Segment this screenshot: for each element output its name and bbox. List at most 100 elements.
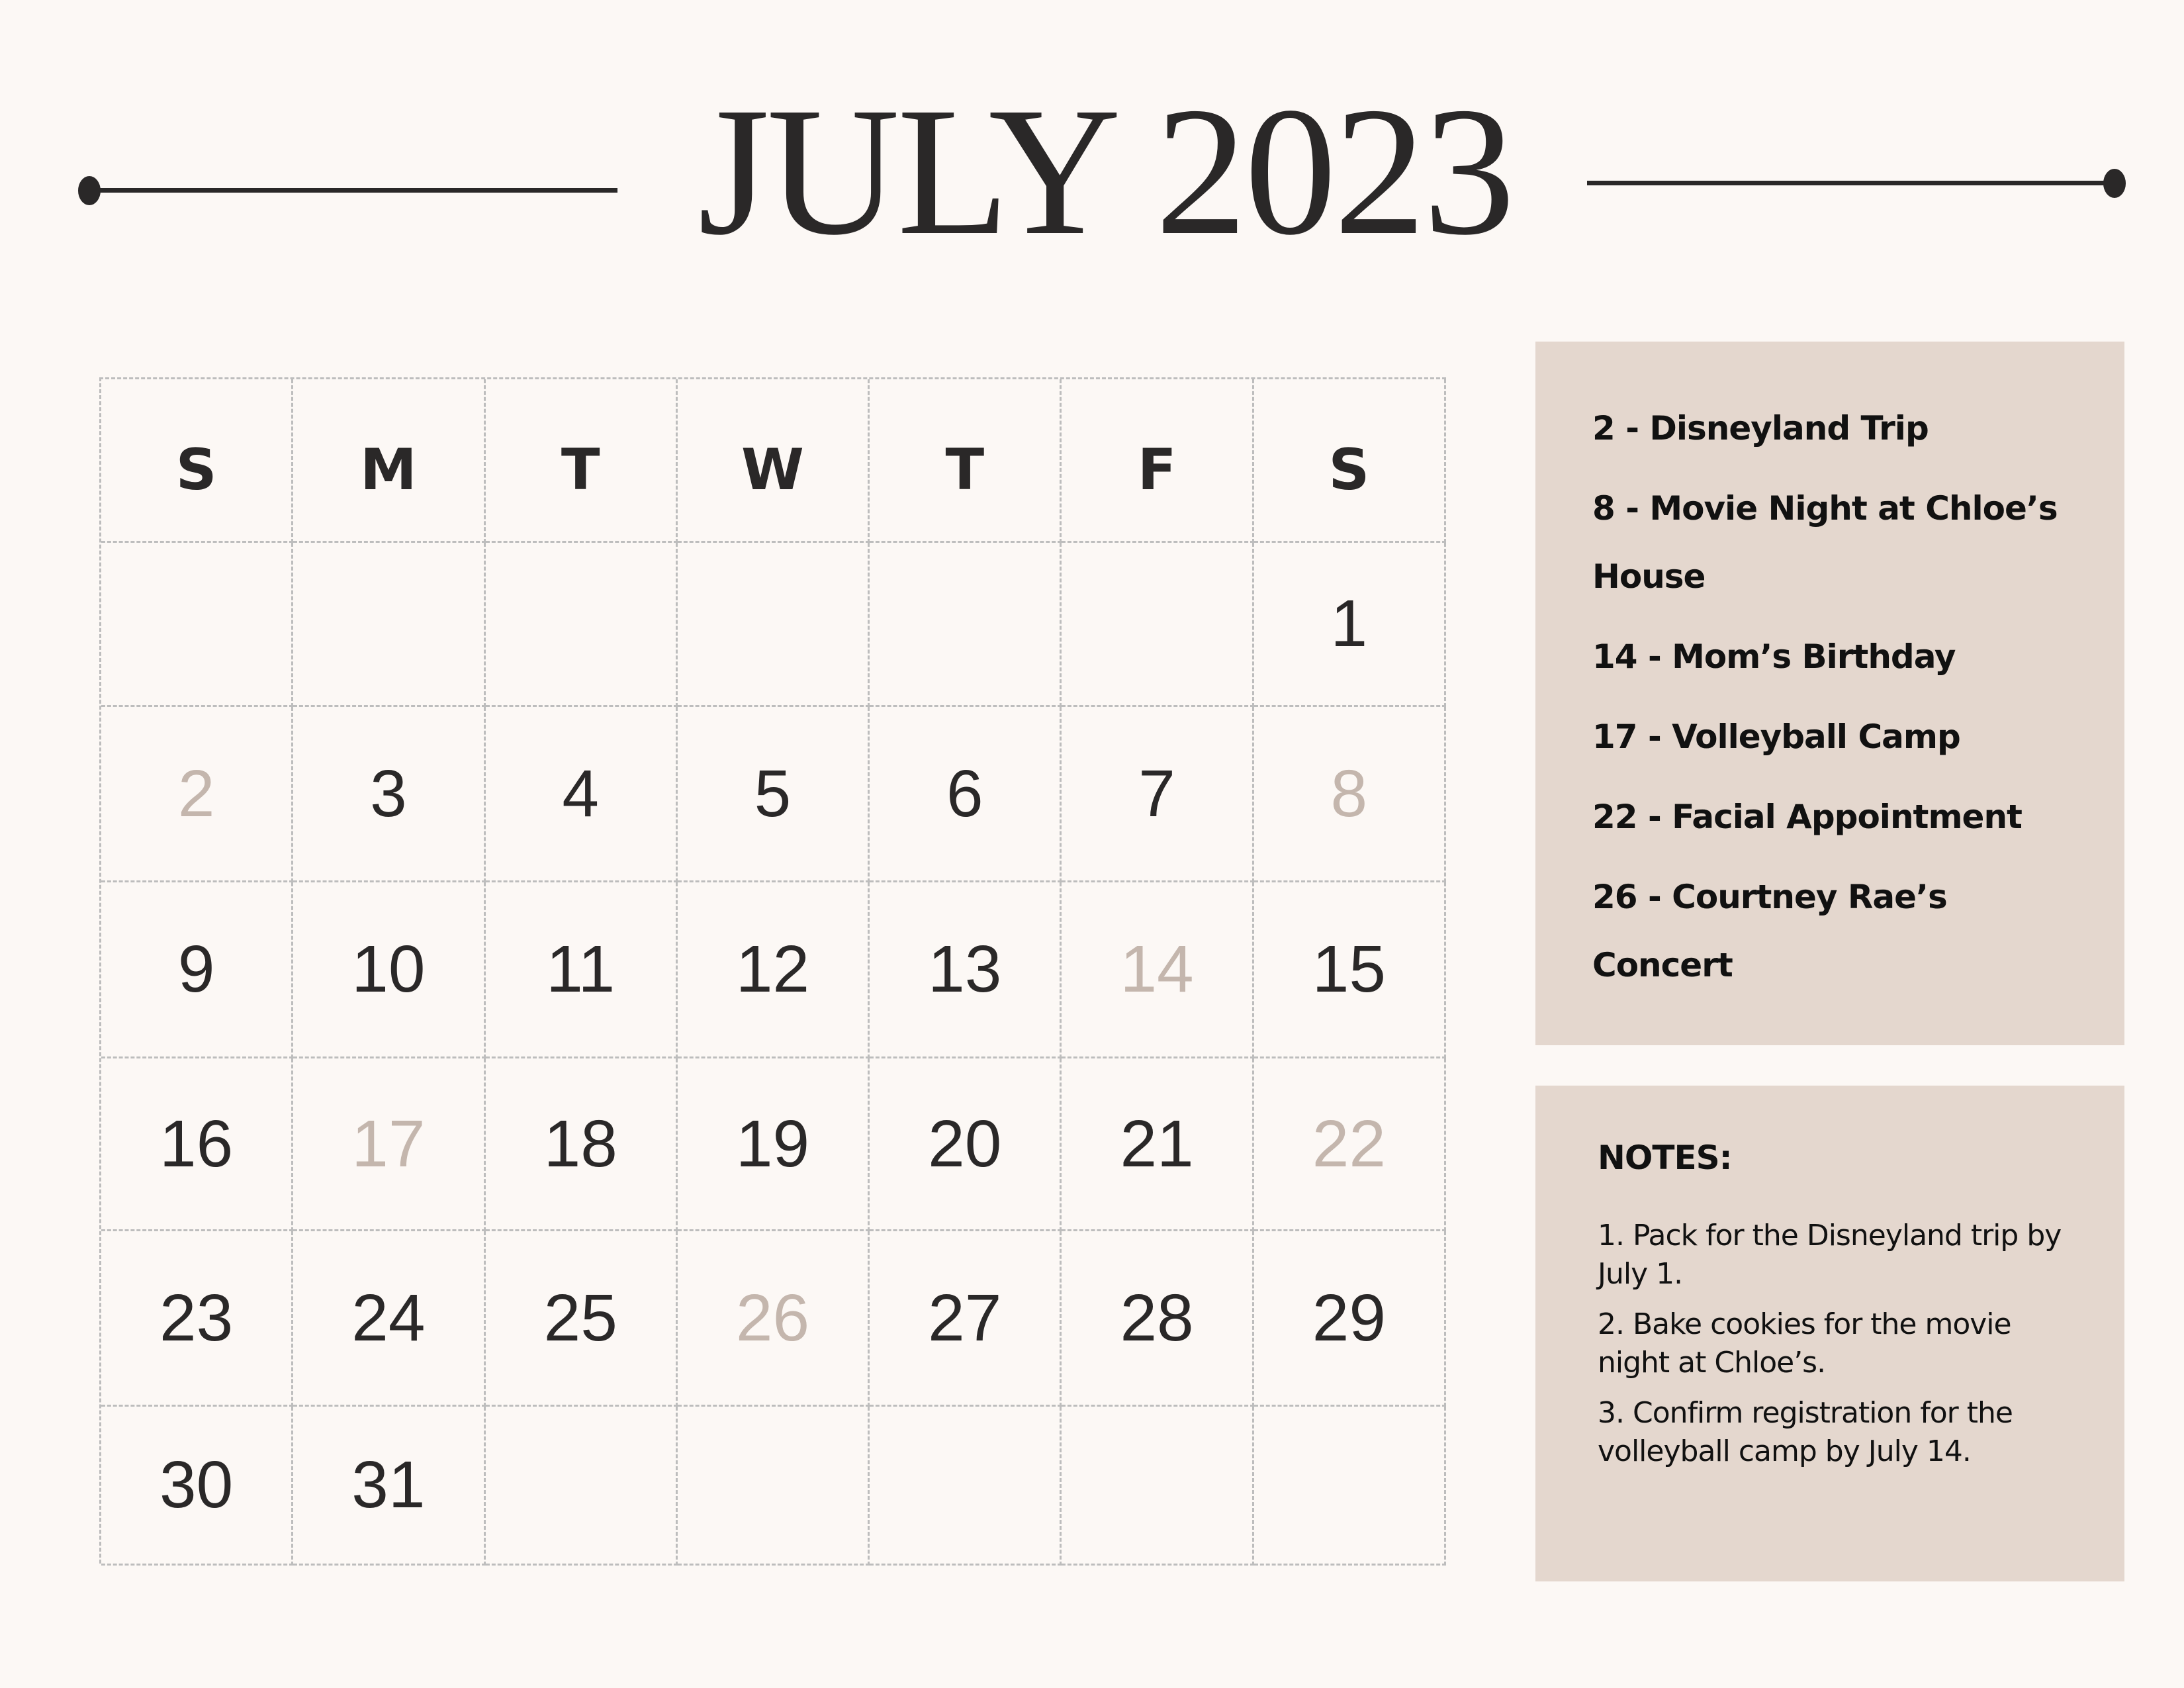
weekday-label: S [175,437,217,503]
empty-day-cell [1062,543,1254,707]
notes-panel: NOTES: 1. Pack for the Disneyland trip b… [1535,1086,2124,1581]
day-number: 16 [159,1106,234,1181]
day-number: 5 [754,756,792,831]
notes-list: 1. Pack for the Disneyland trip by July … [1598,1217,2085,1471]
weekday-header: M [293,379,486,543]
month-title: JULY 2023 [698,70,1516,273]
weekday-label: S [1328,437,1370,503]
day-number: 6 [946,756,983,831]
day-number: 27 [928,1280,1002,1355]
empty-day-cell [677,543,870,707]
day-number: 7 [1138,756,1175,831]
empty-day-cell [870,543,1062,707]
day-number: 4 [562,756,600,831]
day-cell[interactable]: 9 [101,882,294,1058]
event-item: 26 - Courtney Rae’s Concert [1592,878,1948,984]
day-number: 20 [928,1106,1002,1181]
event-item: 2 - Disneyland Trip [1592,409,1929,447]
day-cell[interactable]: 11 [485,882,678,1058]
day-number: 15 [1312,932,1386,1006]
day-number-highlighted: 17 [351,1106,426,1181]
weekday-label: F [1137,437,1177,503]
event-item: 14 - Mom’s Birthday [1592,637,1956,676]
weekday-header: W [677,379,870,543]
weekday-label: T [945,437,985,503]
day-cell[interactable]: 7 [1062,707,1254,882]
note-item: 1. Pack for the Disneyland trip by July … [1598,1219,2062,1291]
day-cell[interactable]: 10 [293,882,486,1058]
weekday-header: T [870,379,1062,543]
weekday-label: W [741,437,804,503]
day-number: 24 [351,1280,426,1355]
day-number: 19 [735,1106,810,1181]
day-cell[interactable]: 17 [293,1058,486,1231]
day-number: 9 [177,932,215,1006]
empty-day-cell [101,543,294,707]
day-cell[interactable]: 21 [1062,1058,1254,1231]
day-cell[interactable]: 29 [1253,1231,1446,1407]
weekday-header: F [1062,379,1254,543]
event-item: 22 - Facial Appointment [1592,798,2023,836]
weekday-header: T [485,379,678,543]
day-cell[interactable]: 22 [1253,1058,1446,1231]
day-number: 12 [735,932,810,1006]
right-divider-line [1587,181,2115,185]
empty-day-cell [485,1407,678,1566]
day-cell[interactable]: 20 [870,1058,1062,1231]
day-number-highlighted: 22 [1312,1106,1386,1181]
empty-day-cell [485,543,678,707]
calendar-grid: S M T W T F S 1 2 3 4 5 6 7 8 9 10 11 12 13 14 15 16 17 18 19 20 21… [99,377,1446,1566]
empty-day-cell [1062,1407,1254,1566]
day-cell[interactable]: 8 [1253,707,1446,882]
day-number: 1 [1330,586,1368,661]
day-number-highlighted: 14 [1120,932,1194,1006]
weekday-label: M [360,437,417,503]
day-number: 28 [1120,1280,1194,1355]
day-cell[interactable]: 19 [677,1058,870,1231]
day-cell[interactable]: 26 [677,1231,870,1407]
day-number-highlighted: 8 [1330,756,1368,831]
event-item: 8 - Movie Night at Chloe’s House [1592,489,2058,596]
day-cell[interactable]: 30 [101,1407,294,1566]
day-cell[interactable]: 23 [101,1231,294,1407]
notes-title: NOTES: [1598,1139,1733,1177]
day-cell[interactable]: 24 [293,1231,486,1407]
day-cell[interactable]: 13 [870,882,1062,1058]
day-cell[interactable]: 5 [677,707,870,882]
note-item: 2. Bake cookies for the movie night at C… [1598,1307,2012,1380]
event-item: 17 - Volleyball Camp [1592,718,1961,756]
day-cell[interactable]: 3 [293,707,486,882]
day-number: 3 [370,756,407,831]
day-cell[interactable]: 28 [1062,1231,1254,1407]
day-number: 29 [1312,1280,1386,1355]
weekday-label: T [561,437,600,503]
empty-day-cell [870,1407,1062,1566]
day-cell[interactable]: 14 [1062,882,1254,1058]
day-cell[interactable]: 4 [485,707,678,882]
day-number: 11 [546,932,615,1006]
day-number: 21 [1120,1106,1194,1181]
day-number: 10 [351,932,426,1006]
events-panel: 2 - Disneyland Trip 8 - Movie Night at Ch… [1535,342,2124,1045]
day-cell[interactable]: 25 [485,1231,678,1407]
day-number: 30 [159,1448,234,1522]
day-cell[interactable]: 18 [485,1058,678,1231]
day-cell[interactable]: 1 [1253,543,1446,707]
right-divider-dot [2103,169,2126,198]
day-cell[interactable]: 31 [293,1407,486,1566]
day-cell[interactable]: 16 [101,1058,294,1231]
day-number: 25 [543,1280,617,1355]
day-number-highlighted: 2 [177,756,215,831]
day-number-highlighted: 26 [735,1280,810,1355]
day-cell[interactable]: 27 [870,1231,1062,1407]
day-number: 13 [928,932,1002,1006]
day-number: 18 [543,1106,617,1181]
empty-day-cell [677,1407,870,1566]
day-cell[interactable]: 6 [870,707,1062,882]
empty-day-cell [1253,1407,1446,1566]
weekday-header: S [1253,379,1446,543]
day-cell[interactable]: 12 [677,882,870,1058]
day-cell[interactable]: 15 [1253,882,1446,1058]
note-item: 3. Confirm registration for the volleyba… [1598,1396,2013,1468]
day-cell[interactable]: 2 [101,707,294,882]
